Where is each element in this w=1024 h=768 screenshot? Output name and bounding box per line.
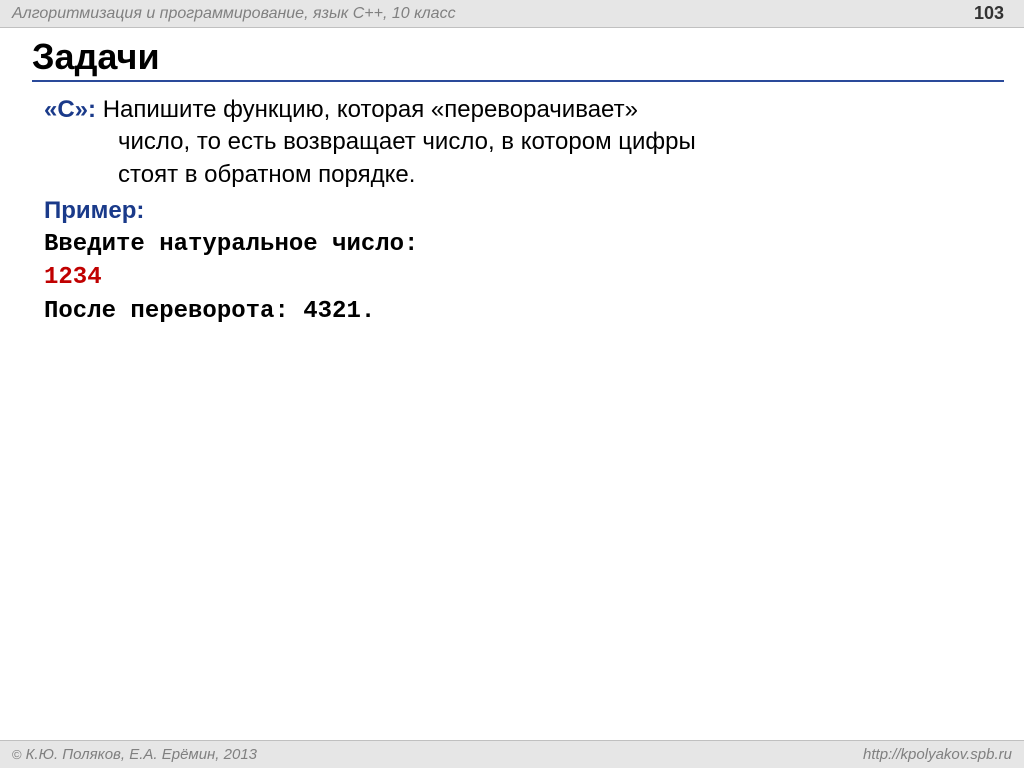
example-output: После переворота: 4321. [38, 295, 1004, 329]
slide-title: Задачи [32, 36, 1004, 82]
task-block: «C»: Напишите функцию, которая «перевора… [38, 94, 1004, 328]
example-label: Пример: [38, 195, 1004, 227]
example-input: 1234 [38, 261, 1004, 295]
slide-content: Задачи «C»: Напишите функцию, которая «п… [0, 28, 1024, 328]
task-text-1: Напишите функцию, которая «переворачивае… [96, 96, 638, 123]
task-line-1: «C»: Напишите функцию, которая «перевора… [38, 94, 1004, 126]
task-text-3: стоят в обратном порядке. [38, 159, 1004, 191]
footer-bar: © К.Ю. Поляков, Е.А. Ерёмин, 2013 http:/… [0, 740, 1024, 768]
example-prompt: Введите натуральное число: [38, 228, 1004, 262]
header-bar: Алгоритмизация и программирование, язык … [0, 0, 1024, 28]
footer-copyright: © К.Ю. Поляков, Е.А. Ерёмин, 2013 [12, 746, 257, 763]
task-text-2: число, то есть возвращает число, в котор… [38, 126, 1004, 158]
copyright-icon: © [12, 747, 22, 762]
header-title: Алгоритмизация и программирование, язык … [12, 5, 456, 23]
task-label: «C»: [44, 96, 96, 123]
page-number: 103 [974, 3, 1004, 24]
footer-copyright-text: К.Ю. Поляков, Е.А. Ерёмин, 2013 [26, 746, 257, 763]
footer-url: http://kpolyakov.spb.ru [863, 746, 1012, 763]
